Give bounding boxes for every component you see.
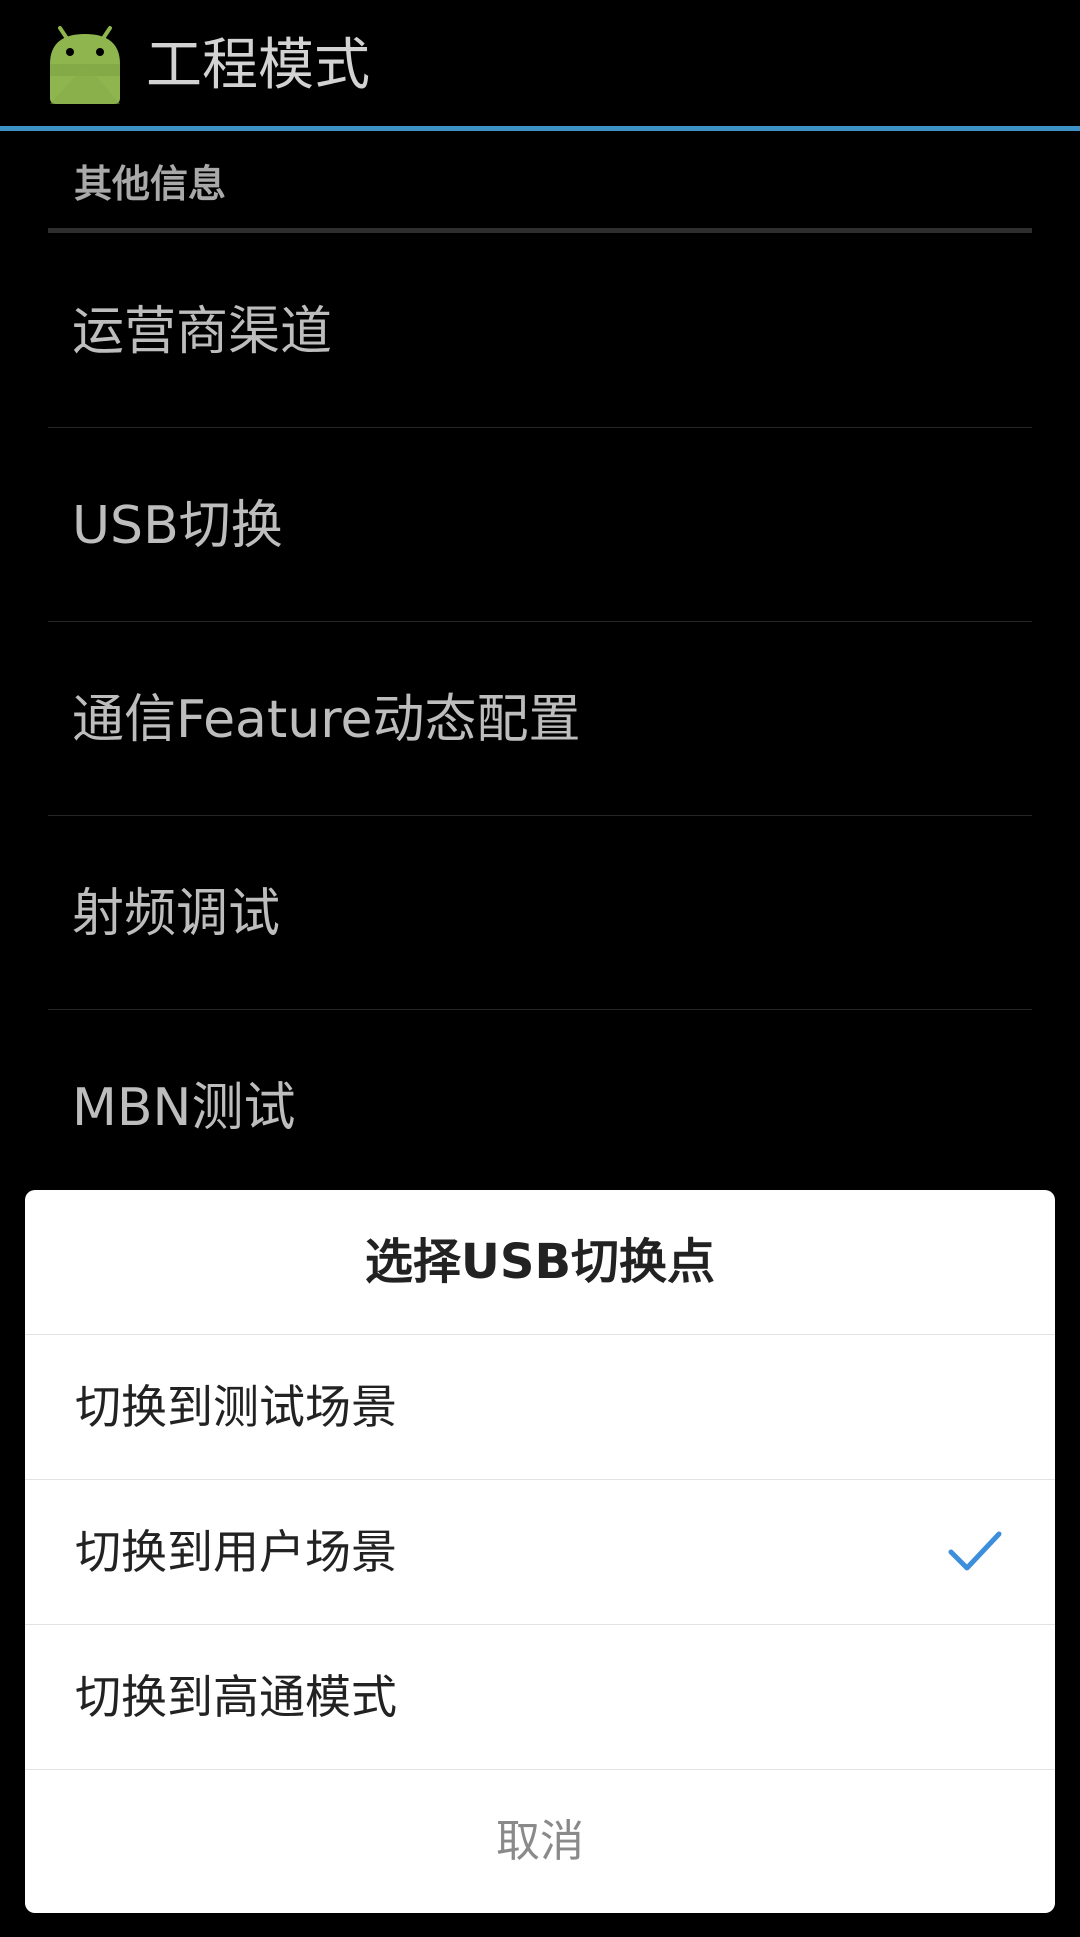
usb-switch-dialog: 选择USB切换点 切换到测试场景 切换到用户场景 切换到高通模式 取消 [25,1190,1055,1913]
pref-item-usb-switch[interactable]: USB切换 [48,428,1032,622]
option-label: 切换到高通模式 [75,1670,397,1724]
pref-item-label: 通信Feature动态配置 [72,690,581,750]
option-user-scene[interactable]: 切换到用户场景 [25,1480,1055,1625]
option-label: 切换到测试场景 [75,1380,397,1434]
option-label: 切换到用户场景 [75,1525,397,1579]
pref-item-rf-debug[interactable]: 射频调试 [48,816,1032,1010]
pref-item-feature-config[interactable]: 通信Feature动态配置 [48,622,1032,816]
option-qualcomm-mode[interactable]: 切换到高通模式 [25,1625,1055,1770]
check-icon [948,1531,1002,1571]
option-test-scene[interactable]: 切换到测试场景 [25,1335,1055,1480]
android-icon [50,26,120,104]
app-title: 工程模式 [146,33,370,98]
pref-item-label: USB切换 [72,496,283,556]
preference-list: 运营商渠道 USB切换 通信Feature动态配置 射频调试 MBN测试 [48,234,1032,1204]
pref-item-label: MBN测试 [72,1078,296,1138]
pref-item-label: 射频调试 [72,884,281,944]
pref-item-label: 运营商渠道 [72,302,333,362]
category-label: 其他信息 [74,162,227,206]
category-header: 其他信息 [48,136,1032,233]
cancel-button[interactable]: 取消 [25,1770,1055,1913]
action-bar: 工程模式 [0,0,1080,131]
pref-item-carrier-channel[interactable]: 运营商渠道 [48,234,1032,428]
dialog-title: 选择USB切换点 [25,1190,1055,1335]
pref-item-mbn-test[interactable]: MBN测试 [48,1010,1032,1204]
